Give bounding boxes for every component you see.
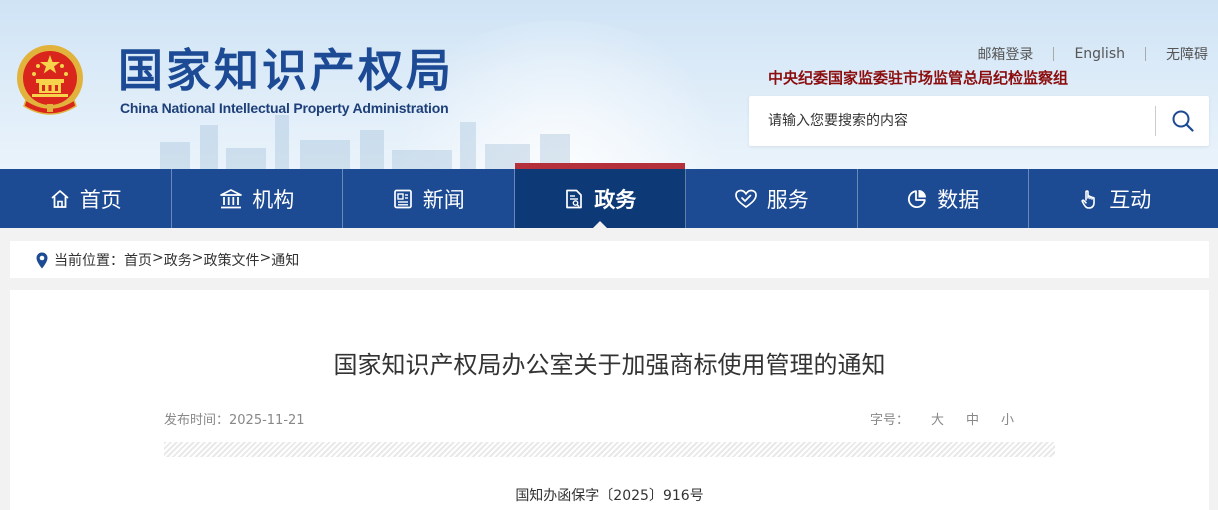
font-size-control: 字号： 大 中 小 <box>870 409 1014 428</box>
search-icon <box>1172 110 1194 132</box>
document-icon <box>566 189 583 208</box>
mail-login-link[interactable]: 邮箱登录 <box>977 44 1033 64</box>
font-size-medium[interactable]: 中 <box>966 409 979 428</box>
nav-item-news[interactable]: 新闻 <box>343 169 515 228</box>
institution-icon <box>220 188 243 208</box>
nav-item-label: 服务 <box>766 187 809 212</box>
search-box <box>749 96 1209 146</box>
font-size-small[interactable]: 小 <box>1001 409 1014 428</box>
breadcrumb-prefix: 当前位置： <box>54 252 124 269</box>
breadcrumb-item-home[interactable]: 首页 <box>124 250 152 270</box>
hand-pointer-icon <box>1081 189 1096 209</box>
main-nav: 首页 机构 新闻 政务 服务 数据 互动 <box>0 163 1218 229</box>
breadcrumb: 当前位置： 首页 > 政务 > 政策文件 > 通知 <box>10 241 1209 278</box>
english-link[interactable]: English <box>1074 46 1125 62</box>
breadcrumb-separator: > <box>191 249 204 266</box>
nav-item-label: 互动 <box>1109 187 1152 212</box>
national-emblem-icon[interactable] <box>14 42 86 118</box>
nav-item-interaction[interactable]: 互动 <box>1029 169 1201 228</box>
nav-item-label: 机构 <box>252 187 295 212</box>
service-icon <box>734 189 757 208</box>
site-logo-title[interactable]: 国家知识产权局 <box>118 45 454 97</box>
hatched-divider <box>164 442 1055 457</box>
header-skyline-decoration <box>160 110 580 169</box>
publish-date: 2025-11-21 <box>229 413 305 428</box>
divider <box>1053 47 1055 61</box>
site-header: 国家知识产权局 China National Intellectual Prop… <box>0 0 1218 169</box>
nav-item-institution[interactable]: 机构 <box>172 169 343 228</box>
nav-item-home[interactable]: 首页 <box>0 169 172 228</box>
top-links: 邮箱登录 English 无障碍 <box>977 44 1208 64</box>
home-icon <box>51 189 69 208</box>
accessibility-link[interactable]: 无障碍 <box>1166 44 1208 64</box>
breadcrumb-item-notices[interactable]: 通知 <box>271 250 299 270</box>
location-pin-icon <box>36 252 48 269</box>
breadcrumb-separator: > <box>152 249 164 266</box>
breadcrumb-separator: > <box>259 249 272 266</box>
nav-item-label: 数据 <box>937 187 980 212</box>
breadcrumb-item-policy-documents[interactable]: 政策文件 <box>203 250 259 270</box>
discipline-inspection-link[interactable]: 中央纪委国家监委驻市场监管总局纪检监察组 <box>768 67 1068 88</box>
breadcrumb-item-government-affairs[interactable]: 政务 <box>164 250 192 270</box>
publish-label: 发布时间： <box>164 413 230 428</box>
document-number: 国知办函保字〔2025〕916号 <box>515 488 704 504</box>
publish-info: 发布时间：2025-11-21 <box>164 409 305 428</box>
search-input[interactable] <box>749 96 1155 146</box>
search-button[interactable] <box>1156 96 1209 146</box>
nav-item-label: 政务 <box>594 187 637 212</box>
article-panel: 国家知识产权局办公室关于加强商标使用管理的通知 发布时间：2025-11-21 … <box>10 290 1209 510</box>
article-title: 国家知识产权局办公室关于加强商标使用管理的通知 <box>333 351 886 379</box>
news-icon <box>393 189 412 208</box>
breadcrumb-text: 当前位置： 首页 > 政务 > 政策文件 > 通知 <box>54 250 299 270</box>
nav-item-government-affairs[interactable]: 政务 <box>514 163 686 229</box>
pie-chart-icon <box>908 189 927 208</box>
nav-item-data[interactable]: 数据 <box>858 169 1029 228</box>
divider <box>1145 47 1146 61</box>
nav-item-label: 新闻 <box>422 187 465 212</box>
nav-item-label: 首页 <box>79 187 122 212</box>
font-size-label: 字号： <box>869 413 909 428</box>
nav-item-service[interactable]: 服务 <box>686 169 858 228</box>
site-logo-subtitle[interactable]: China National Intellectual Property Adm… <box>120 100 449 116</box>
font-size-large[interactable]: 大 <box>931 409 944 428</box>
